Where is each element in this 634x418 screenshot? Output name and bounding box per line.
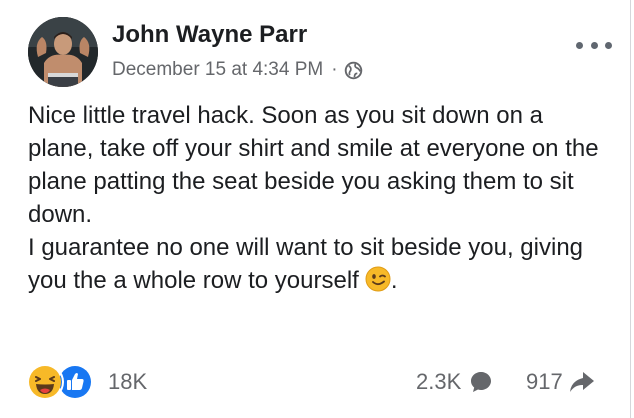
post-footer: 18K 2.3K 917 (28, 363, 608, 399)
comment-count: 2.3K (416, 369, 462, 394)
comments-link[interactable]: 2.3K (416, 369, 493, 395)
post-timestamp[interactable]: December 15 at 4:34 PM (112, 59, 323, 81)
more-dot (605, 41, 612, 49)
share-icon (569, 372, 594, 392)
like-reaction-icon (58, 365, 92, 399)
meta-separator: · (331, 59, 338, 80)
facebook-post-card: John Wayne Parr December 15 at 4:34 PM ·… (0, 0, 631, 418)
trailing-period: . (390, 267, 398, 294)
more-dot (576, 41, 583, 49)
more-dot (590, 41, 598, 49)
post-line: Nice little travel hack. Soon as you sit… (28, 102, 599, 228)
post-meta: December 15 at 4:34 PM · (112, 59, 363, 81)
avatar-photo (28, 17, 98, 87)
post-line: I guarantee no one will want to sit besi… (28, 234, 584, 294)
more-options-button[interactable] (576, 35, 612, 55)
reaction-icons[interactable] (28, 365, 96, 399)
post-line-with-emoji: I guarantee no one will want to sit besi… (28, 231, 608, 297)
author-name[interactable]: John Wayne Parr (112, 21, 307, 49)
haha-reaction-icon (28, 365, 62, 399)
globe-icon[interactable] (344, 61, 363, 80)
author-avatar[interactable] (28, 17, 98, 87)
wink-emoji-icon (365, 266, 391, 292)
comment-icon (471, 372, 492, 392)
shares-link[interactable]: 917 (526, 369, 595, 395)
post-body: Nice little travel hack. Soon as you sit… (28, 99, 608, 297)
share-count: 917 (526, 369, 563, 394)
post-header: John Wayne Parr December 15 at 4:34 PM · (28, 17, 618, 87)
reaction-count[interactable]: 18K (108, 369, 147, 395)
